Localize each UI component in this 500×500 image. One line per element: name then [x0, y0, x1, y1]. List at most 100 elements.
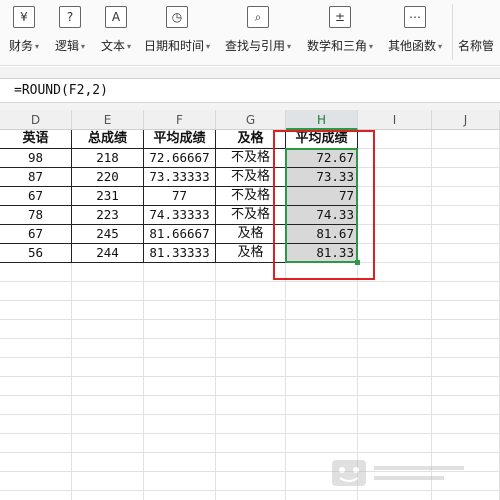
ribbon-lookup-button[interactable]: ⌕ 查找与引用 ▾ — [222, 6, 294, 58]
grid-cell[interactable] — [0, 472, 72, 491]
grid-cell[interactable] — [216, 472, 286, 491]
grid-cell[interactable] — [216, 453, 286, 472]
grid-cell[interactable] — [144, 453, 216, 472]
grid-cell[interactable] — [0, 396, 72, 415]
column-header-h[interactable]: H — [286, 110, 358, 130]
spreadsheet-grid[interactable]: D E F G H I J 英语 总成绩 平均成绩 及格 平均成绩 98 218 72.66667 不及格 72… — [0, 110, 500, 500]
grid-cell[interactable] — [286, 358, 358, 377]
grid-cell[interactable] — [72, 320, 144, 339]
table-cell[interactable]: 220 — [72, 168, 144, 187]
grid-cell[interactable] — [216, 434, 286, 453]
grid-cell[interactable] — [358, 301, 432, 320]
grid-cell[interactable] — [0, 301, 72, 320]
grid-cell[interactable] — [286, 320, 358, 339]
grid-cell[interactable] — [358, 206, 432, 225]
grid-cell[interactable] — [286, 339, 358, 358]
grid-cell[interactable] — [432, 358, 500, 377]
grid-cell[interactable] — [286, 301, 358, 320]
grid-cell[interactable] — [432, 320, 500, 339]
grid-cell[interactable] — [0, 453, 72, 472]
table-cell[interactable]: 72.67 — [286, 149, 358, 168]
ribbon-text-button[interactable]: A 文本 ▾ — [96, 6, 136, 58]
table-cell[interactable]: 231 — [72, 187, 144, 206]
grid-cell[interactable] — [0, 415, 72, 434]
grid-cell[interactable] — [432, 130, 500, 149]
ribbon-other-functions-button[interactable]: ⋯ 其他函数 ▾ — [384, 6, 446, 58]
grid-cell[interactable] — [432, 434, 500, 453]
grid-cell[interactable] — [358, 339, 432, 358]
formula-input[interactable]: =ROUND(F2,2) — [14, 83, 108, 98]
table-cell[interactable]: 74.33 — [286, 206, 358, 225]
table-cell[interactable]: 245 — [72, 225, 144, 244]
table-cell[interactable]: 81.33333 — [144, 244, 216, 263]
column-header-d[interactable]: D — [0, 110, 72, 130]
grid-cell[interactable] — [0, 282, 72, 301]
table-cell[interactable]: 67 — [0, 187, 72, 206]
table-header-cell[interactable]: 英语 — [0, 130, 72, 149]
grid-cell[interactable] — [72, 472, 144, 491]
grid-cell[interactable] — [432, 244, 500, 263]
grid-cell[interactable] — [358, 130, 432, 149]
table-cell[interactable]: 98 — [0, 149, 72, 168]
grid-cell[interactable] — [72, 396, 144, 415]
ribbon-name-manager-button[interactable]: 名称管 — [458, 6, 500, 58]
table-cell[interactable]: 及格 — [216, 225, 286, 244]
table-header-cell[interactable]: 及格 — [216, 130, 286, 149]
grid-cell[interactable] — [286, 434, 358, 453]
grid-cell[interactable] — [144, 301, 216, 320]
grid-cell[interactable] — [286, 415, 358, 434]
grid-cell[interactable] — [0, 491, 72, 500]
grid-cell[interactable] — [358, 149, 432, 168]
table-cell[interactable]: 77 — [144, 187, 216, 206]
grid-cell[interactable] — [358, 415, 432, 434]
grid-cell[interactable] — [144, 339, 216, 358]
column-header-g[interactable]: G — [216, 110, 286, 130]
grid-cell[interactable] — [144, 282, 216, 301]
grid-cell[interactable] — [432, 491, 500, 500]
grid-cell[interactable] — [286, 396, 358, 415]
grid-cell[interactable] — [286, 377, 358, 396]
table-cell[interactable]: 不及格 — [216, 149, 286, 168]
table-cell[interactable]: 72.66667 — [144, 149, 216, 168]
grid-cell[interactable] — [432, 187, 500, 206]
grid-cell[interactable] — [286, 282, 358, 301]
formula-bar[interactable]: =ROUND(F2,2) — [0, 78, 500, 103]
grid-cell[interactable] — [0, 377, 72, 396]
grid-cell[interactable] — [72, 491, 144, 500]
grid-cell[interactable] — [216, 358, 286, 377]
table-header-cell[interactable]: 平均成绩 — [144, 130, 216, 149]
grid-cell[interactable] — [0, 339, 72, 358]
grid-cell[interactable] — [216, 301, 286, 320]
grid-cell[interactable] — [358, 377, 432, 396]
ribbon-logic-button[interactable]: ? 逻辑 ▾ — [50, 6, 90, 58]
table-cell[interactable]: 81.66667 — [144, 225, 216, 244]
table-cell[interactable]: 78 — [0, 206, 72, 225]
grid-cell[interactable] — [358, 396, 432, 415]
grid-cell[interactable] — [216, 415, 286, 434]
table-cell[interactable]: 及格 — [216, 244, 286, 263]
table-cell[interactable]: 74.33333 — [144, 206, 216, 225]
table-cell[interactable]: 不及格 — [216, 187, 286, 206]
grid-cell[interactable] — [72, 453, 144, 472]
table-header-cell[interactable]: 总成绩 — [72, 130, 144, 149]
grid-cell[interactable] — [144, 320, 216, 339]
table-cell[interactable]: 73.33333 — [144, 168, 216, 187]
grid-cell[interactable] — [0, 434, 72, 453]
table-cell[interactable]: 81.33 — [286, 244, 358, 263]
grid-cell[interactable] — [72, 377, 144, 396]
grid-cell[interactable] — [432, 206, 500, 225]
ribbon-finance-button[interactable]: ¥ 财务 ▾ — [4, 6, 44, 58]
fill-handle[interactable] — [355, 260, 360, 265]
table-cell[interactable]: 56 — [0, 244, 72, 263]
grid-cell[interactable] — [144, 377, 216, 396]
table-cell[interactable]: 77 — [286, 187, 358, 206]
grid-cell[interactable] — [0, 320, 72, 339]
grid-cell[interactable] — [216, 491, 286, 500]
grid-cell[interactable] — [72, 358, 144, 377]
grid-cell[interactable] — [358, 225, 432, 244]
grid-cell[interactable] — [286, 263, 358, 282]
grid-cell[interactable] — [0, 358, 72, 377]
grid-cell[interactable] — [72, 415, 144, 434]
grid-cell[interactable] — [358, 244, 432, 263]
grid-cell[interactable] — [286, 491, 358, 500]
